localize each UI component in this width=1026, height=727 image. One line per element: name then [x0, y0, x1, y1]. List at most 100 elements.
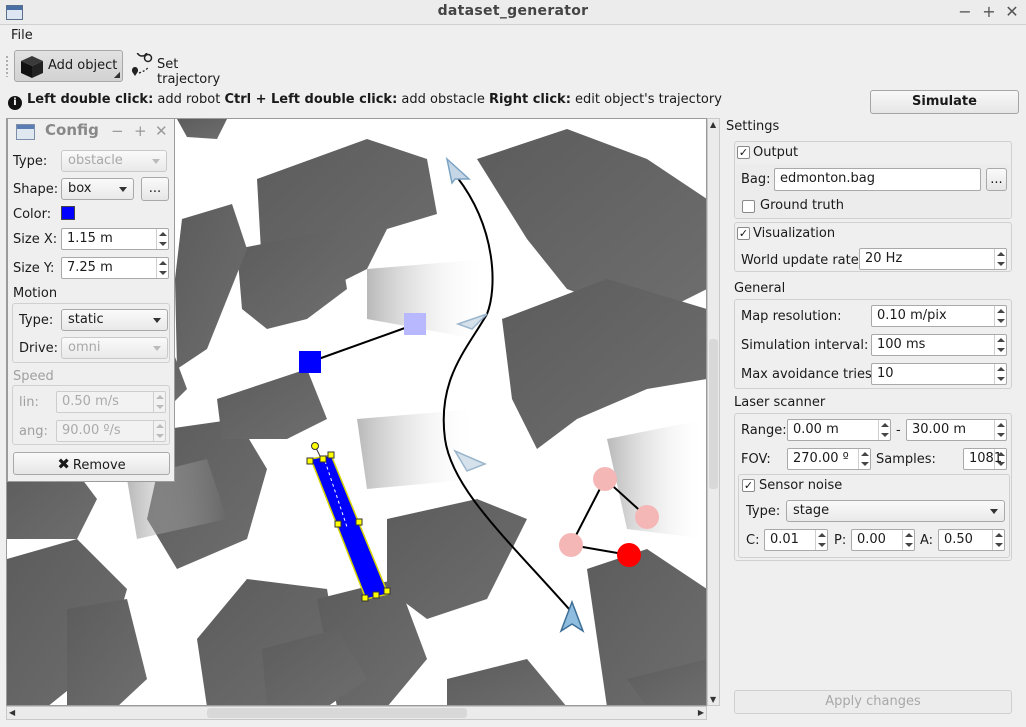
hint-ctrl-click: Ctrl + Left double click: [224, 92, 398, 107]
close-icon[interactable]: ✕ [155, 122, 168, 140]
menu-bar: File [0, 25, 1026, 47]
robot-circle[interactable] [617, 543, 641, 567]
lin-label: lin: [19, 395, 39, 410]
output-inner: Bag: edmonton.bag ... Ground truth [736, 164, 1010, 218]
output-label: Output [753, 145, 799, 160]
size-x-spinbox[interactable]: 1.15 m [61, 228, 169, 250]
color-swatch[interactable] [61, 206, 75, 220]
obstacle-trajectory-line [309, 323, 417, 363]
laser-scanner-label: Laser scanner [734, 395, 826, 410]
vertical-scroll-thumb[interactable] [709, 339, 718, 489]
fov-value: 270.00 º [793, 451, 849, 466]
simulate-button[interactable]: Simulate [870, 90, 1019, 114]
bag-label: Bag: [741, 172, 771, 187]
robot-arrow-icon[interactable] [559, 599, 585, 633]
motion-type-label: Type: [19, 313, 54, 328]
size-x-label: Size X: [13, 232, 58, 247]
settings-panel: Settings ✓ Output Bag: edmonton.bag ... … [722, 118, 1026, 727]
scroll-right-icon[interactable]: ▶ [698, 708, 704, 717]
scroll-left-icon[interactable]: ◀ [9, 708, 15, 717]
menu-file[interactable]: File [11, 28, 33, 43]
set-trajectory-label: Set trajectory [157, 57, 221, 87]
map-horizontal-scrollbar[interactable]: ◀ ▶ [6, 706, 707, 720]
drive-label: Drive: [19, 341, 59, 356]
x-icon: ✖ [57, 455, 70, 473]
map-vertical-scrollbar[interactable]: ▲ ▼ [707, 118, 720, 706]
speed-label: Speed [13, 369, 54, 384]
size-y-value: 7.25 m [67, 260, 113, 275]
obstacle-waypoint-box[interactable] [404, 313, 426, 335]
map-resolution-value: 0.10 m/pix [877, 308, 947, 323]
add-object-button[interactable]: Add object ◢ [14, 50, 123, 82]
add-object-label: Add object [48, 58, 118, 73]
minimize-icon[interactable]: − [955, 2, 975, 22]
ground-truth-checkbox[interactable] [742, 200, 755, 213]
toolbar-grip[interactable] [5, 55, 9, 77]
noise-p-spinbox[interactable]: 0.00 [851, 529, 915, 551]
config-dock: Config − + ✕ Type: obstacle Shape: box .… [7, 118, 175, 482]
motion-type-select[interactable]: static [61, 309, 168, 331]
minimize-icon[interactable]: − [111, 122, 124, 140]
scroll-down-icon[interactable]: ▼ [710, 695, 716, 704]
bag-browse-button[interactable]: ... [986, 168, 1007, 191]
fov-spinbox[interactable]: 270.00 º [787, 448, 871, 470]
range-min-spinbox[interactable]: 0.00 m [787, 419, 891, 441]
fov-label: FOV: [741, 452, 771, 467]
robot-waypoint-circle[interactable] [559, 533, 583, 557]
horizontal-scroll-thumb[interactable] [207, 708, 467, 718]
shape-more-button[interactable]: ... [141, 177, 169, 201]
scroll-up-icon[interactable]: ▲ [710, 120, 716, 129]
noise-type-label: Type: [746, 504, 781, 519]
maximize-icon[interactable]: + [979, 2, 999, 22]
waypoint-path-icon [131, 53, 153, 76]
noise-type-select[interactable]: stage [786, 500, 1005, 522]
lin-speed-value: 0.50 m/s [62, 394, 119, 409]
float-icon[interactable]: + [134, 122, 147, 140]
ang-speed-spinbox: 90.00 º/s [56, 420, 166, 442]
speed-group: lin: 0.50 m/s ang: 90.00 º/s [12, 385, 170, 445]
robot-waypoint-circle[interactable] [593, 467, 617, 491]
info-icon: i [8, 96, 22, 110]
size-y-spinbox[interactable]: 7.25 m [61, 257, 169, 279]
ang-speed-value: 90.00 º/s [62, 423, 121, 438]
drive-value: omni [68, 340, 101, 355]
hint-edit-trajectory: edit object's trajectory [570, 92, 722, 107]
shape-value: box [68, 181, 92, 196]
object-type-value: obstacle [68, 153, 123, 168]
samples-label: Samples: [876, 452, 936, 467]
noise-c-spinbox[interactable]: 0.01 [764, 529, 828, 551]
laser-scanner-group: Range: 0.00 m - 30.00 m FOV: 270.00 º Sa… [734, 413, 1012, 561]
lin-speed-spinbox: 0.50 m/s [56, 391, 166, 413]
map-resolution-spinbox[interactable]: 0.10 m/pix [871, 305, 1007, 327]
noise-a-spinbox[interactable]: 0.50 [938, 529, 1005, 551]
robot-waypoint-circle[interactable] [635, 505, 659, 529]
range-max-spinbox[interactable]: 30.00 m [906, 419, 1007, 441]
remove-button[interactable]: ✖ Remove [13, 452, 170, 475]
samples-spinbox[interactable]: 1081 [963, 448, 1007, 470]
range-label: Range: [741, 423, 787, 438]
bag-value: edmonton.bag [780, 171, 875, 186]
range-min-value: 0.00 m [793, 422, 839, 437]
noise-c-label: C: [746, 533, 760, 548]
motion-label: Motion [13, 286, 58, 301]
noise-p-label: P: [834, 533, 847, 548]
noise-a-value: 0.50 [944, 532, 973, 547]
world-update-spinbox[interactable]: 20 Hz [859, 248, 1007, 270]
visualization-label: Visualization [753, 226, 836, 241]
set-trajectory-button[interactable]: Set trajectory [128, 50, 244, 87]
bag-input[interactable]: edmonton.bag [774, 168, 981, 191]
hint-add-obstacle: add obstacle [397, 92, 489, 107]
shape-select[interactable]: box [61, 178, 134, 200]
map-resolution-label: Map resolution: [741, 309, 842, 324]
output-checkbox[interactable]: ✓ [737, 146, 750, 159]
general-group: Map resolution: 0.10 m/pix Simulation in… [734, 299, 1012, 389]
apply-changes-button: Apply changes [734, 690, 1012, 714]
visualization-group: ✓ Visualization World update rate: 20 Hz [734, 222, 1012, 272]
obstacle-box[interactable] [299, 351, 321, 373]
max-avoidance-spinbox[interactable]: 10 [871, 363, 1007, 385]
sensor-noise-checkbox[interactable]: ✓ [742, 479, 755, 492]
simulation-interval-spinbox[interactable]: 100 ms [871, 334, 1007, 356]
close-icon[interactable]: ✕ [1002, 2, 1022, 22]
robot-waypoint-arrow[interactable] [445, 156, 471, 185]
visualization-checkbox[interactable]: ✓ [737, 227, 750, 240]
